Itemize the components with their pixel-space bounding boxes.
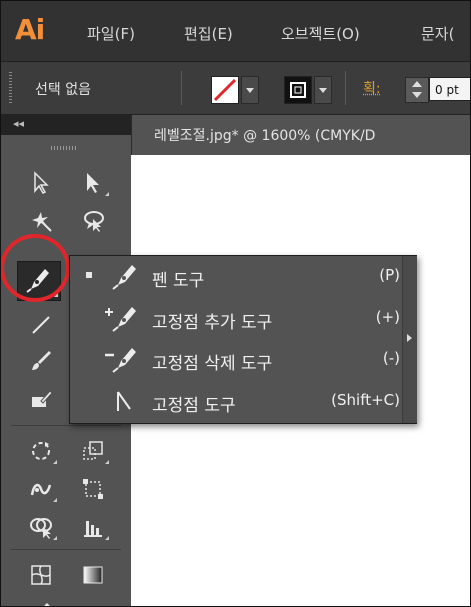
gradient-tool[interactable] [75,559,111,591]
gradient-icon [83,566,103,584]
document-tab-title: 레벨조절.jpg* @ 1600% (CMYK/D [154,128,376,144]
magic-wand-tool[interactable] [23,205,59,237]
paintbrush-tool[interactable] [23,345,59,377]
menu-bar: Ai 파일(F) 편집(E) 오브젝트(O) 문자( [1,1,470,62]
flyout-item-pen[interactable]: 펜 도구 (P) [70,256,400,296]
eyedropper-icon [44,603,50,606]
lasso-tool[interactable] [75,205,111,237]
delete-anchor-point-icon [105,348,136,373]
menu-object[interactable]: 오브젝트(O) [281,23,360,44]
pen-tool[interactable] [17,261,61,301]
divider [11,425,121,426]
free-transform-icon [83,479,103,499]
rotate-tool[interactable] [23,435,59,467]
tearoff-arrow[interactable] [402,256,417,423]
no-fill-icon [213,78,237,102]
menu-type[interactable]: 문자( [421,23,454,44]
column-graph-tool[interactable] [75,511,111,543]
mesh-tool[interactable] [23,559,59,591]
magic-wand-icon [32,212,52,232]
tools-panel-header: ◂◂ [1,115,131,135]
stroke-weight-input[interactable]: 0 pt [429,77,470,101]
pencil-eraser-icon [32,390,53,407]
shape-builder-icon [30,518,52,539]
divider [181,71,182,105]
control-bar-grip[interactable] [9,72,12,104]
blend-icon [81,601,105,607]
scale-tool[interactable] [75,435,111,467]
anchor-point-icon [117,391,131,411]
lasso-icon [84,211,104,232]
column-graph-icon [84,521,102,537]
selection-tool[interactable] [23,167,59,199]
flyout-item-delete-anchor[interactable]: 고정점 삭제 도구 (-) [70,339,400,379]
stroke-swatch[interactable] [284,76,312,104]
pen-icon [26,269,49,293]
scale-icon [83,441,103,460]
divider [11,549,121,550]
free-transform-tool[interactable] [75,473,111,505]
stroke-dropdown[interactable] [314,76,332,104]
menu-file[interactable]: 파일(F) [87,23,135,44]
menu-edit[interactable]: 편집(E) [184,23,233,44]
eyedropper-tool[interactable] [23,597,59,606]
document-tab[interactable]: 레벨조절.jpg* @ 1600% (CMYK/D [131,115,470,155]
fill-dropdown[interactable] [241,76,259,104]
fill-swatch[interactable] [211,76,239,104]
illustrator-logo: Ai [15,13,45,46]
selection-status: 선택 없음 [35,82,91,98]
warp-tool[interactable] [23,473,59,505]
shape-builder-tool[interactable] [23,511,59,543]
flyout-item-shortcut: (-) [382,349,400,367]
stroke-weight-label[interactable]: 획: [363,78,381,98]
direct-selection-arrow-icon [87,173,99,193]
divider [345,71,346,105]
pen-tool-flyout: 펜 도구 (P) 고정점 추가 도구 (+) 고정점 삭제 도구 (-) 고정점… [69,255,417,424]
flyout-item-label: 펜 도구 [152,271,205,291]
selection-arrow-icon [34,171,49,194]
flyout-item-shortcut: (Shift+C) [331,391,400,409]
flyout-item-add-anchor[interactable]: 고정점 추가 도구 (+) [70,298,400,338]
blend-tool[interactable] [75,597,111,607]
tools-grip[interactable] [51,146,77,150]
line-segment-icon [32,316,50,334]
collapse-panel-icon[interactable]: ◂◂ [13,117,24,130]
control-bar: 선택 없음 획: 0 pt [1,62,470,115]
line-segment-tool[interactable] [23,309,59,341]
flyout-item-anchor-point[interactable]: 고정점 도구 (Shift+C) [70,381,400,421]
stroke-box-icon [290,82,306,98]
warp-icon [30,483,52,496]
flyout-item-label: 고정점 도구 [152,396,236,416]
flyout-item-label: 고정점 추가 도구 [152,313,273,333]
add-anchor-point-icon [105,307,136,332]
paintbrush-icon [32,351,51,370]
flyout-item-shortcut: (+) [375,308,400,326]
direct-selection-tool[interactable] [75,167,111,199]
selected-bullet-icon [86,272,92,278]
app-window: Ai 파일(F) 편집(E) 오브젝트(O) 문자( 선택 없음 획: 0 pt [0,0,471,607]
rotate-icon [32,442,50,460]
pen-icon [112,265,136,290]
flyout-item-label: 고정점 삭제 도구 [152,354,273,374]
document-tab-strip: 레벨조절.jpg* @ 1600% (CMYK/D [131,115,470,155]
mesh-icon [31,565,51,585]
pencil-tool[interactable] [23,383,59,415]
stroke-weight-stepper[interactable] [405,77,429,103]
flyout-item-shortcut: (P) [379,266,400,284]
